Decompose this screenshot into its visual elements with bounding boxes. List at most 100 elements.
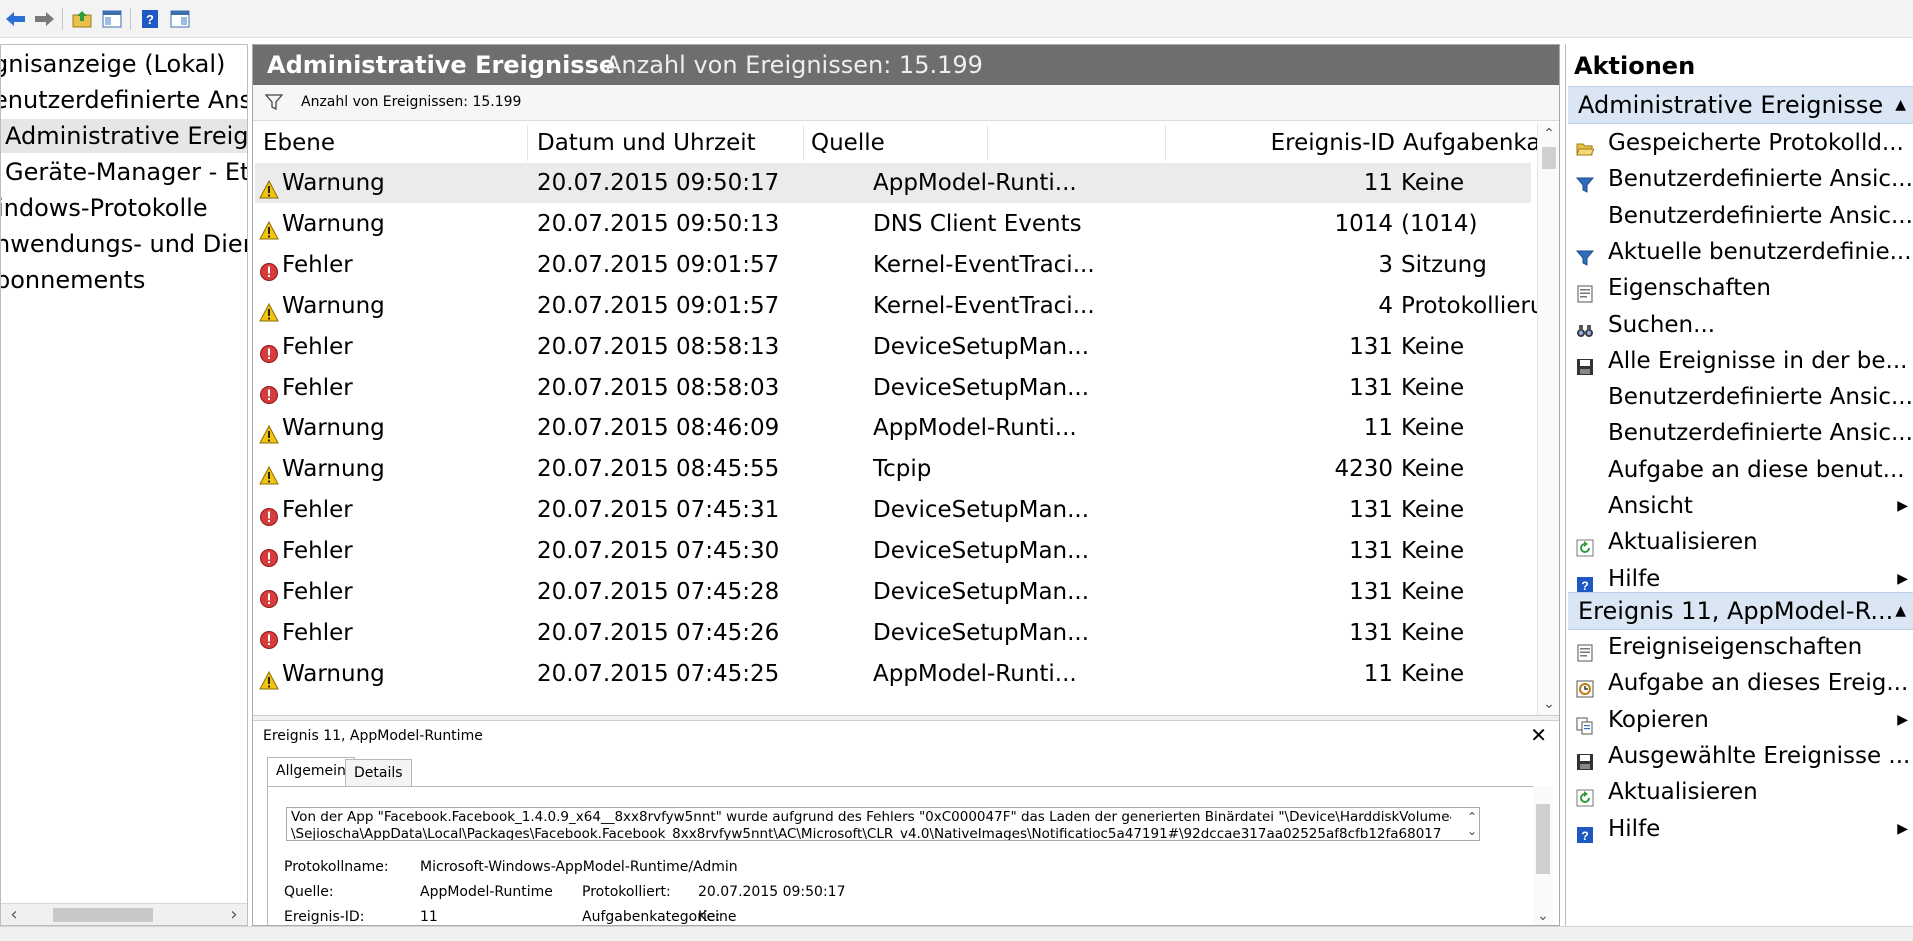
event-id-cell: 11 — [1363, 170, 1393, 196]
tree-item-label: Geräte-Manager - Eth — [5, 158, 248, 186]
action-item[interactable]: Benutzerdefinierte Ansic... — [1566, 380, 1913, 415]
scroll-down-icon[interactable]: ⌄ — [1538, 693, 1559, 715]
table-row[interactable]: Fehler 20.07.2015 09:01:57 Kernel-EventT… — [255, 245, 1531, 285]
action-item[interactable]: Aktualisieren — [1566, 775, 1913, 810]
action-item[interactable]: Kopieren ▶ — [1566, 703, 1913, 738]
tab-details[interactable]: Details — [345, 759, 412, 789]
level-text: Warnung — [282, 170, 385, 196]
action-item[interactable]: Aktualisieren — [1566, 525, 1913, 560]
task-category-value: Keine — [698, 909, 737, 925]
table-row[interactable]: Fehler 20.07.2015 08:58:13 DeviceSetupMa… — [255, 327, 1531, 367]
action-item[interactable]: Ansicht ▶ — [1566, 489, 1913, 524]
scroll-thumb[interactable] — [1536, 804, 1550, 874]
task-category-cell: Keine — [1401, 456, 1465, 483]
scroll-thumb[interactable] — [53, 908, 153, 922]
close-icon[interactable]: ✕ — [1530, 723, 1547, 747]
help-icon[interactable]: ? — [138, 7, 162, 31]
column-header-task-category[interactable]: Aufgabenkategorie — [1403, 123, 1559, 163]
action-item[interactable]: Benutzerdefinierte Ansic... — [1566, 416, 1913, 451]
error-icon — [259, 378, 279, 404]
show-hide-tree-icon[interactable] — [100, 7, 124, 31]
table-row[interactable]: Warnung 20.07.2015 08:45:55 Tcpip 4230 K… — [255, 449, 1531, 489]
back-icon[interactable] — [4, 7, 28, 31]
scroll-thumb[interactable] — [1542, 147, 1556, 169]
table-row[interactable]: Fehler 20.07.2015 07:45:31 DeviceSetupMa… — [255, 490, 1531, 530]
actions-group-administrative-events[interactable]: Administrative Ereignisse ▲ — [1568, 86, 1913, 124]
tree-item-device-manager[interactable]: Geräte-Manager - Eth — [5, 155, 248, 189]
scroll-right-icon[interactable]: › — [223, 904, 245, 925]
collapse-icon[interactable]: ▲ — [1895, 593, 1906, 629]
source-cell: AppModel-Runti... — [873, 660, 1077, 687]
collapse-icon[interactable]: ▲ — [1895, 87, 1906, 123]
tree-item-administrative-events[interactable]: Administrative Ereigni — [1, 119, 247, 153]
grid-vertical-scrollbar[interactable]: ⌃ ⌄ — [1537, 123, 1559, 715]
action-item[interactable]: Benutzerdefinierte Ansic... — [1566, 162, 1913, 197]
action-item[interactable]: Suchen... — [1566, 308, 1913, 343]
action-item[interactable]: Alle Ereignisse in der be... — [1566, 344, 1913, 379]
table-row[interactable]: Warnung 20.07.2015 09:50:13 DNS Client E… — [255, 204, 1531, 244]
table-row[interactable]: Warnung 20.07.2015 09:01:57 Kernel-Event… — [255, 286, 1559, 326]
tree-horizontal-scrollbar[interactable]: ‹ › — [1, 903, 247, 925]
source-cell: Tcpip — [873, 456, 932, 483]
action-item[interactable]: Ereigniseigenschaften — [1566, 630, 1913, 665]
action-label: Hilfe — [1608, 815, 1661, 842]
table-row[interactable]: Warnung 20.07.2015 09:50:17 AppModel-Run… — [255, 163, 1531, 203]
event-detail-pane: Ereignis 11, AppModel-Runtime ✕ Allgemei… — [253, 721, 1559, 925]
action-item[interactable]: ? Hilfe ▶ — [1566, 812, 1913, 847]
tree-item-custom-views[interactable]: enutzerdefinierte Ansic — [1, 83, 247, 117]
level-cell: Fehler — [259, 531, 521, 571]
tree-item-app-service-logs[interactable]: nwendungs- und Diens — [1, 227, 247, 261]
date-cell: 20.07.2015 07:45:30 — [537, 538, 780, 565]
column-header-source[interactable]: Quelle — [811, 123, 885, 163]
level-text: Warnung — [282, 415, 385, 442]
level-cell: Warnung — [259, 286, 521, 326]
table-row[interactable]: Fehler 20.07.2015 07:45:30 DeviceSetupMa… — [255, 531, 1531, 571]
action-item[interactable]: Aufgabe an diese benut... — [1566, 453, 1913, 488]
date-cell: 20.07.2015 08:58:13 — [537, 333, 780, 360]
column-separator[interactable] — [527, 125, 528, 161]
action-item[interactable]: Aufgabe an dieses Ereig... — [1566, 666, 1913, 701]
event-message-box[interactable]: Von der App "Facebook.Facebook_1.4.0.9_x… — [286, 807, 1480, 841]
action-label: Aktuelle benutzerdefinie... — [1608, 238, 1912, 265]
column-header-date[interactable]: Datum und Uhrzeit — [537, 123, 756, 163]
column-separator[interactable] — [1165, 125, 1166, 161]
action-item[interactable]: Aktuelle benutzerdefinie... — [1566, 235, 1913, 270]
column-separator[interactable] — [803, 125, 804, 161]
event-id-cell: 4 — [1378, 292, 1393, 319]
column-header-level[interactable]: Ebene — [263, 123, 335, 163]
tree-item-subscriptions[interactable]: bonnements — [1, 263, 145, 297]
event-id-cell: 11 — [1363, 415, 1393, 442]
action-item[interactable]: Ausgewählte Ereignisse ... — [1566, 739, 1913, 774]
table-row[interactable]: Warnung 20.07.2015 07:45:25 AppModel-Run… — [255, 654, 1531, 694]
tree-item-root[interactable]: gnisanzeige (Lokal) — [1, 47, 225, 81]
forward-icon[interactable] — [32, 7, 56, 31]
table-row[interactable]: Fehler 20.07.2015 07:45:26 DeviceSetupMa… — [255, 613, 1531, 653]
table-row[interactable]: Fehler 20.07.2015 07:45:28 DeviceSetupMa… — [255, 572, 1531, 612]
action-label: Aktualisieren — [1608, 779, 1758, 806]
action-item[interactable]: Gespeicherte Protokolld... — [1566, 126, 1913, 161]
binoculars-icon — [1576, 316, 1594, 337]
message-scroll-icon[interactable]: ⌃ ⌄ — [1467, 810, 1477, 838]
filter-text: Anzahl von Ereignissen: 15.199 — [301, 94, 522, 110]
tree-item-windows-logs[interactable]: indows-Protokolle — [1, 191, 208, 225]
source-cell: DeviceSetupMan... — [873, 538, 1090, 565]
date-cell: 20.07.2015 09:50:17 — [537, 170, 780, 196]
scroll-down-icon[interactable]: ⌄ — [1533, 905, 1553, 925]
table-row[interactable]: Warnung 20.07.2015 08:46:09 AppModel-Run… — [255, 408, 1531, 448]
up-folder-icon[interactable] — [70, 7, 94, 31]
column-header-event-id[interactable]: Ereignis-ID — [1011, 123, 1395, 163]
scroll-left-icon[interactable]: ‹ — [3, 904, 25, 925]
scroll-up-icon[interactable]: ⌃ — [1538, 123, 1559, 145]
column-separator[interactable] — [987, 125, 988, 161]
action-label: Aktualisieren — [1608, 529, 1758, 556]
level-cell: Fehler — [259, 490, 521, 530]
level-cell: Fehler — [259, 245, 521, 285]
action-item[interactable]: Benutzerdefinierte Ansic... — [1566, 199, 1913, 234]
task-category-cell: Keine — [1401, 497, 1465, 524]
actions-group-selected-event[interactable]: Ereignis 11, AppModel-R... ▲ — [1568, 592, 1913, 630]
show-hide-action-icon[interactable] — [168, 7, 192, 31]
table-row[interactable]: Fehler 20.07.2015 08:58:03 DeviceSetupMa… — [255, 368, 1531, 408]
detail-vertical-scrollbar[interactable]: ⌄ — [1533, 786, 1553, 925]
tab-general[interactable]: Allgemein — [267, 757, 355, 789]
action-item[interactable]: Eigenschaften — [1566, 271, 1913, 306]
